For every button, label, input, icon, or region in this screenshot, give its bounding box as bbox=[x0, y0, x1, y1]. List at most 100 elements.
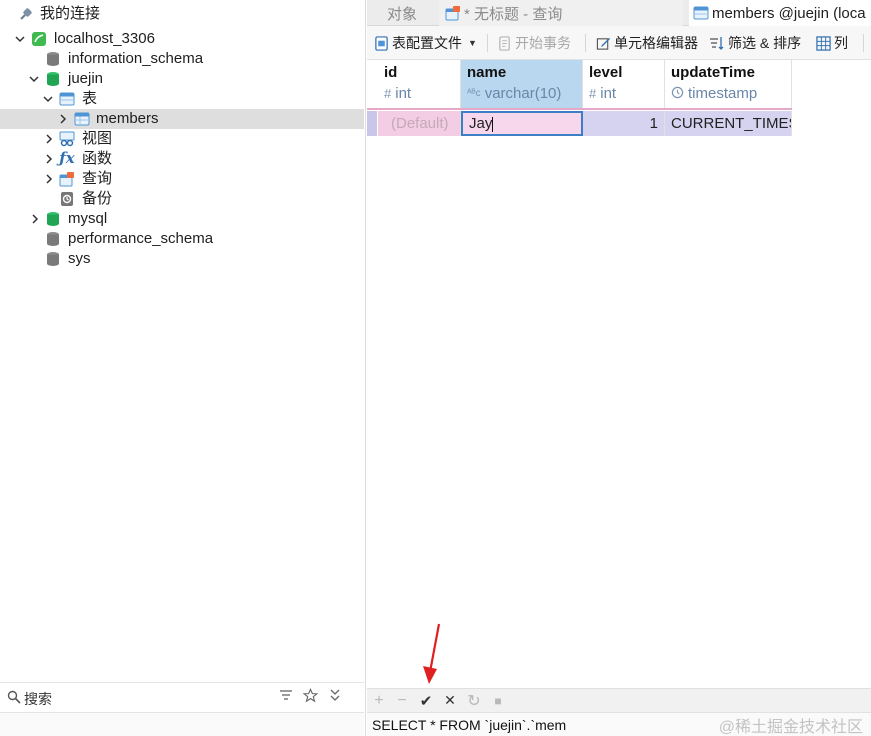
chevron-down-icon[interactable] bbox=[14, 33, 26, 45]
column-type-label: int bbox=[600, 85, 617, 102]
views-icon bbox=[59, 131, 75, 147]
backup-icon bbox=[59, 191, 75, 207]
collapse-all-icon[interactable] bbox=[328, 688, 342, 707]
tab-members-table[interactable]: members @juejin (loca bbox=[689, 0, 871, 26]
tree-node-label: 备份 bbox=[82, 190, 113, 207]
my-connections-label: 我的连接 bbox=[40, 5, 101, 22]
tree-node-juejin[interactable]: juejin bbox=[0, 69, 364, 89]
refresh-button[interactable]: ↻ bbox=[466, 692, 482, 710]
chevron-right-icon[interactable] bbox=[57, 113, 69, 125]
tree-node-label: sys bbox=[68, 250, 91, 267]
my-connections-header[interactable]: 我的连接 bbox=[0, 4, 364, 24]
dropdown-arrow-icon: ▼ bbox=[468, 38, 477, 48]
tree-node-label: members bbox=[96, 110, 159, 127]
tree-node-label: localhost_3306 bbox=[54, 30, 155, 47]
tree-node-backups[interactable]: 备份 bbox=[0, 189, 364, 209]
cell-editor-button[interactable]: 单元格编辑器 bbox=[595, 33, 698, 53]
database-gray-icon bbox=[45, 231, 61, 247]
tree-node-members[interactable]: members bbox=[0, 109, 364, 129]
chevron-down-icon[interactable] bbox=[28, 73, 40, 85]
mysql-connection-icon bbox=[31, 31, 47, 47]
chevron-down-icon[interactable] bbox=[42, 93, 54, 105]
tree-node-information-schema[interactable]: information_schema bbox=[0, 49, 364, 69]
tree-node-label: 表 bbox=[82, 90, 98, 107]
column-name: updateTime bbox=[671, 64, 755, 81]
column-name: id bbox=[384, 64, 398, 81]
transaction-icon bbox=[496, 35, 512, 51]
database-green-icon bbox=[45, 211, 61, 227]
cell-editor-label: 单元格编辑器 bbox=[614, 35, 698, 51]
watermark: @稀土掘金技术社区 bbox=[718, 719, 863, 736]
star-icon[interactable] bbox=[302, 688, 319, 707]
tab-untitled-query[interactable]: * 无标题 - 查询 bbox=[439, 0, 683, 26]
hash-icon: # bbox=[589, 86, 597, 101]
chevron-right-icon[interactable] bbox=[43, 153, 55, 165]
function-icon: ƒx bbox=[59, 149, 75, 167]
cell-name-value: Jay bbox=[469, 115, 493, 132]
data-grid: id # int name ᴬᴮc varchar(10) level # int u… bbox=[367, 60, 871, 688]
column-header-id[interactable]: id # int bbox=[378, 60, 461, 108]
column-type: # int bbox=[384, 85, 411, 102]
navigator-tools bbox=[279, 688, 342, 707]
cell-id[interactable]: (Default) bbox=[378, 111, 461, 136]
columns-button[interactable]: 列 bbox=[815, 33, 848, 53]
tab-label: members @juejin (loca bbox=[712, 4, 866, 22]
text-type-icon: ᴬᴮc bbox=[467, 88, 481, 99]
begin-transaction-label: 开始事务 bbox=[515, 35, 571, 51]
cell-level[interactable]: 1 bbox=[583, 111, 665, 136]
column-type: ᴬᴮc varchar(10) bbox=[467, 85, 561, 102]
tree-node-label: 视图 bbox=[82, 130, 113, 147]
delete-record-button[interactable]: − bbox=[394, 692, 410, 709]
search-icon bbox=[7, 690, 21, 708]
column-header-name[interactable]: name ᴬᴮc varchar(10) bbox=[461, 60, 583, 108]
table-config-button[interactable]: 表配置文件 ▼ bbox=[373, 33, 477, 53]
query-icon bbox=[445, 5, 461, 21]
column-header-level[interactable]: level # int bbox=[583, 60, 665, 108]
filter-icon[interactable] bbox=[279, 688, 293, 707]
annotation-arrow bbox=[423, 623, 441, 684]
database-green-icon bbox=[45, 71, 61, 87]
filter-sort-label: 筛选 & 排序 bbox=[728, 35, 802, 51]
filter-sort-button[interactable]: 筛选 & 排序 bbox=[709, 33, 801, 53]
add-record-button[interactable]: + bbox=[371, 692, 387, 709]
hash-icon: # bbox=[384, 86, 392, 101]
tree-node-localhost[interactable]: localhost_3306 bbox=[0, 29, 364, 49]
filter-sort-icon bbox=[709, 35, 725, 51]
cell-updatetime[interactable]: CURRENT_TIMES bbox=[665, 111, 792, 136]
search-input[interactable]: 搜索 bbox=[24, 689, 52, 709]
tree-node-tables[interactable]: 表 bbox=[0, 89, 364, 109]
table-icon bbox=[693, 5, 709, 21]
tree-node-label: 函数 bbox=[82, 150, 113, 167]
text-cursor bbox=[492, 116, 494, 132]
header-divider bbox=[367, 108, 792, 110]
tree-node-performance-schema[interactable]: performance_schema bbox=[0, 229, 364, 249]
tree-node-functions[interactable]: ƒx 函数 bbox=[0, 149, 364, 169]
begin-transaction-button[interactable]: 开始事务 bbox=[496, 33, 571, 53]
table-icon bbox=[74, 111, 90, 127]
column-header-updatetime[interactable]: updateTime timestamp bbox=[665, 60, 792, 108]
tree-node-sys[interactable]: sys bbox=[0, 249, 364, 269]
tree-node-queries[interactable]: 查询 bbox=[0, 169, 364, 189]
sql-preview: SELECT * FROM `juejin`.`mem bbox=[372, 717, 567, 733]
navigator-search-bar[interactable]: 搜索 bbox=[0, 682, 364, 712]
chevron-right-icon[interactable] bbox=[29, 213, 41, 225]
clock-icon bbox=[671, 86, 684, 102]
chevron-right-icon[interactable] bbox=[43, 173, 55, 185]
apply-changes-button[interactable]: ✔ bbox=[418, 692, 434, 710]
status-bar: SELECT * FROM `juejin`.`mem @稀土掘金技术社区 bbox=[367, 712, 871, 736]
connections-icon bbox=[18, 6, 34, 22]
chevron-right-icon[interactable] bbox=[43, 133, 55, 145]
toolbar-divider bbox=[487, 34, 488, 52]
stop-button[interactable]: ■ bbox=[490, 692, 506, 709]
tree-node-label: performance_schema bbox=[68, 230, 214, 247]
tab-objects[interactable]: 对象 bbox=[367, 0, 437, 26]
tree-node-views[interactable]: 视图 bbox=[0, 129, 364, 149]
column-type: # int bbox=[589, 85, 616, 102]
tree-node-mysql[interactable]: mysql bbox=[0, 209, 364, 229]
tab-label: * 无标题 - 查询 bbox=[464, 5, 563, 23]
columns-grid-icon bbox=[815, 35, 831, 51]
column-name: name bbox=[467, 64, 507, 81]
cell-name-editing[interactable]: Jay bbox=[461, 111, 583, 136]
discard-changes-button[interactable]: ✕ bbox=[442, 692, 458, 709]
tree-node-label: information_schema bbox=[68, 50, 204, 67]
